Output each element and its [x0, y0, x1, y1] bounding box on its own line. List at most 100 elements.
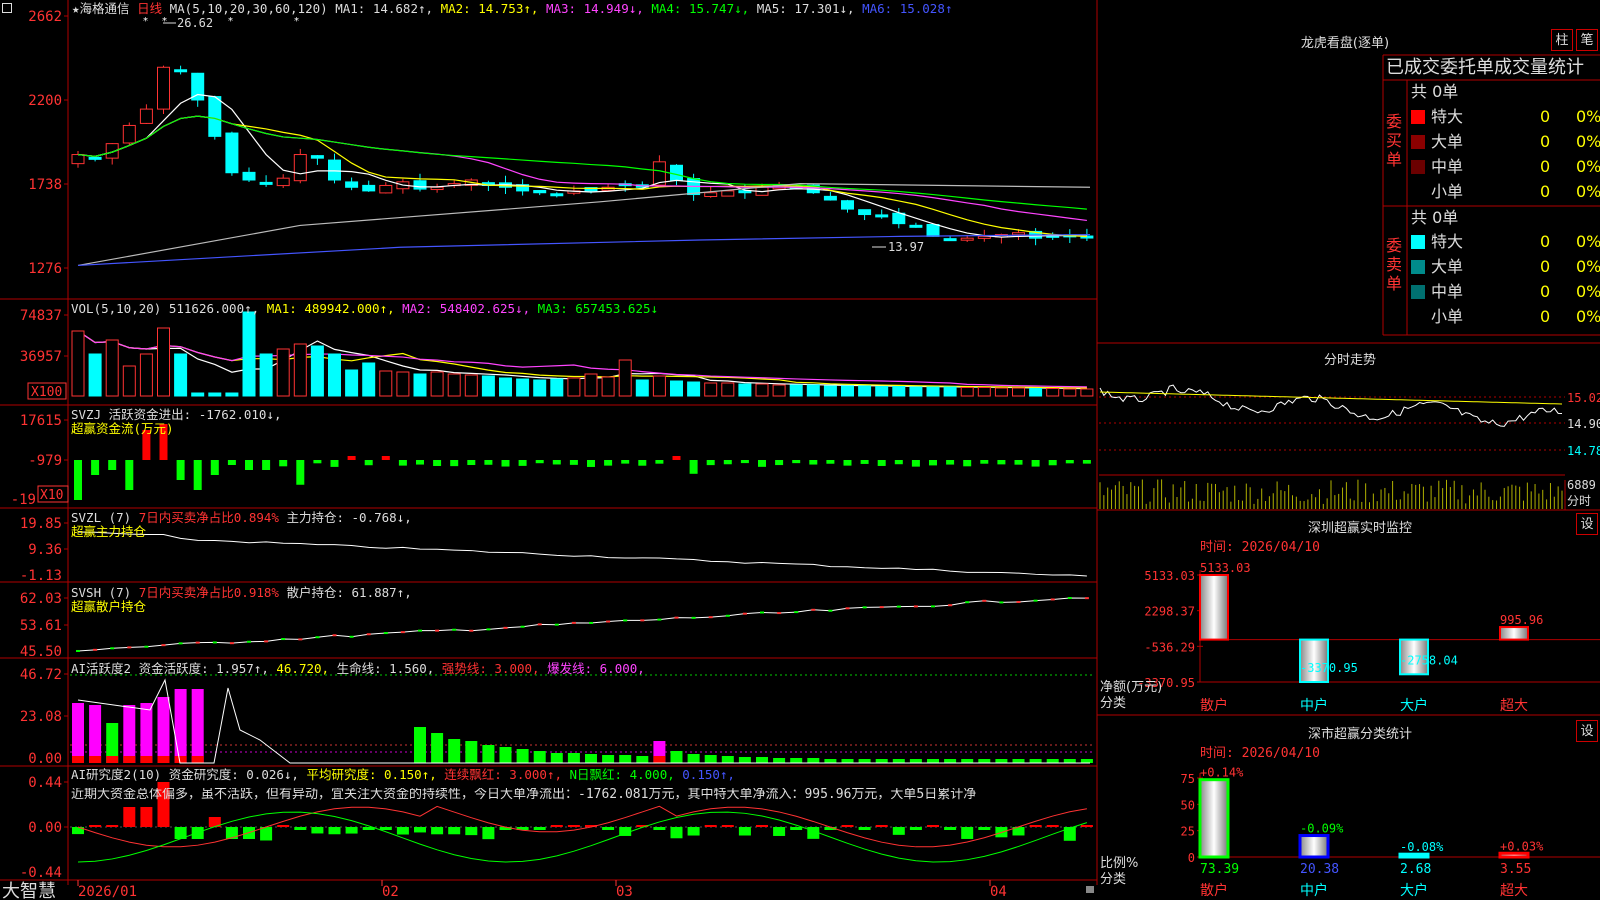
svsh-dot [948, 604, 953, 607]
air-bar [294, 827, 307, 830]
sell-row-pct: 0% [1576, 282, 1600, 301]
candle-body [242, 171, 256, 181]
sc-xlabel: 分类 [1100, 872, 1127, 887]
svzj-tick: 17615 [20, 413, 62, 429]
volume-bar [875, 386, 889, 397]
sell-row: 小单 0 0% [1411, 305, 1600, 329]
svsh-dot [400, 631, 405, 634]
volume-bar [892, 386, 906, 397]
ai-bar-base [653, 756, 666, 763]
candle-body [909, 224, 923, 228]
svzj-bar [929, 460, 937, 466]
sz-settings-button[interactable]: 设 [1576, 513, 1598, 535]
air-bar [602, 827, 615, 830]
buy-total: 共 0单 [1411, 82, 1459, 101]
tick-mode-button[interactable]: 笔 [1576, 29, 1598, 51]
svzj-bar [313, 460, 322, 464]
volume-bar [977, 387, 991, 397]
volume-bar [122, 365, 136, 397]
svsh-dot [127, 646, 132, 649]
ma6-line [77, 233, 1091, 267]
ai-bar [140, 703, 153, 763]
svsh-dot [537, 623, 542, 626]
svzj-bar [740, 460, 749, 464]
ai-bar-base [106, 756, 119, 763]
volume-bar [601, 376, 615, 397]
candle-body [960, 237, 974, 241]
svzj-bar [621, 460, 630, 464]
svzj-bar [877, 460, 886, 466]
sc-bar-change: +0.14% [1200, 766, 1244, 780]
volume-bar [721, 382, 735, 397]
air-bar [89, 825, 102, 827]
volume-bar [550, 378, 564, 397]
air-bar [670, 827, 683, 839]
stock-chart[interactable]: 5133.032298.37-536.29-3370.955133.03散户-3… [0, 0, 1600, 900]
svsh-tick: 62.03 [20, 591, 62, 607]
sc-time: 时间: 2026/04/10 [1200, 746, 1320, 761]
ai-bar [465, 741, 478, 763]
menu-icon[interactable] [2, 2, 12, 16]
ai-bars [72, 678, 1093, 764]
candle-body [345, 181, 359, 188]
svzj-bar [262, 460, 271, 470]
svsh-dot [93, 648, 98, 651]
svzj-bar [347, 456, 356, 460]
volume-bar [345, 369, 359, 397]
buy-color-swatch [1411, 135, 1425, 149]
x-tick: 03 [616, 884, 633, 900]
volume-bar [960, 387, 974, 397]
ai-bar [807, 758, 820, 763]
svzj-bar [364, 460, 373, 466]
air-bar [687, 827, 700, 836]
svsh-dot [845, 607, 850, 610]
buy-row-value: 0 [1540, 132, 1551, 151]
ai-bar [533, 751, 546, 763]
candle-body [191, 72, 205, 101]
sc-category-bars: 7550250+0.14%73.39散户-0.09%20.38中户-0.08%2… [1181, 766, 1600, 899]
svsh-dot [298, 638, 303, 641]
candle-body [208, 96, 222, 137]
buy-row-name: 特大 [1431, 107, 1464, 126]
svsh-dot [366, 633, 371, 636]
svsh-dot [554, 623, 559, 626]
svzj-bar [587, 460, 595, 467]
ai-bar [773, 758, 786, 763]
stock-name: 海格通信 [79, 1, 130, 16]
buy-row-name: 中单 [1431, 157, 1464, 176]
svsh-dot [708, 616, 713, 619]
ai-bar [756, 757, 768, 763]
volume-bar [943, 386, 957, 397]
sell-row: 特大 0 0% [1411, 230, 1600, 254]
svzj-bar [706, 460, 715, 466]
air-tick: -0.44 [20, 865, 62, 881]
ai-bar [414, 727, 426, 763]
buy-row-name: 大单 [1431, 132, 1464, 151]
sc-bar-change: -0.08% [1400, 840, 1444, 854]
svsh-dot [760, 611, 764, 614]
buy-row-pct: 0% [1576, 157, 1600, 176]
bar-mode-button[interactable]: 柱 [1551, 29, 1573, 51]
sc-settings-button[interactable]: 设 [1576, 720, 1598, 742]
buy-row-value: 0 [1540, 107, 1551, 126]
volume-bar [413, 373, 427, 397]
volume-bar [1063, 388, 1077, 397]
candle-body [328, 159, 341, 181]
svzl-tick: 9.36 [28, 542, 62, 558]
ai-bar [721, 756, 734, 763]
sc-bar-value: 3.55 [1500, 862, 1531, 877]
volume-bar [259, 353, 273, 397]
sell-row-name: 大单 [1431, 257, 1464, 276]
candlesticks [71, 65, 1094, 246]
candle-body [122, 124, 136, 144]
svsh-dot [418, 629, 422, 632]
svsh-dot [828, 609, 833, 612]
svsh-dot [332, 634, 337, 637]
svsh-dot [1016, 600, 1021, 603]
svsh-dot [777, 612, 782, 615]
ai-bar [978, 759, 991, 763]
svzj-bar [655, 460, 664, 464]
candle-body [823, 195, 837, 201]
ai-tick: 23.08 [20, 709, 62, 725]
svzj-bar [91, 460, 100, 475]
